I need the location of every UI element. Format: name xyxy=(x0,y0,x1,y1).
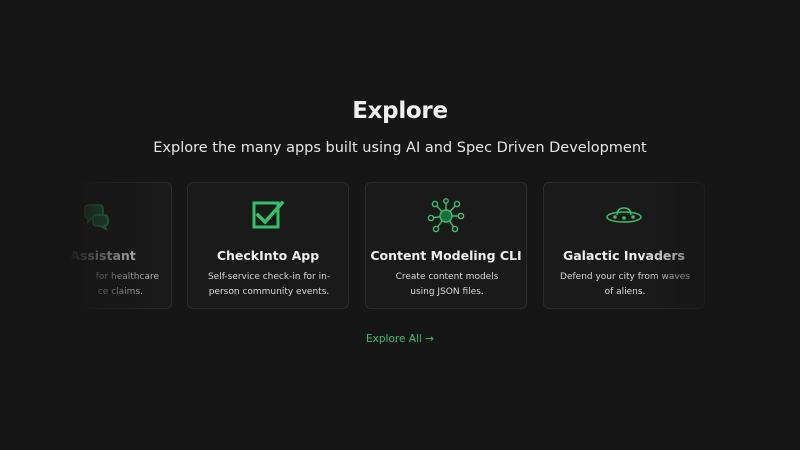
apps-carousel: Assistant for healthcare ce claims. Chec… xyxy=(0,182,800,312)
app-card-assistant[interactable]: Assistant for healthcare ce claims. xyxy=(10,182,172,309)
app-card-description: for healthcare ce claims. xyxy=(95,272,159,297)
app-card-checkinto[interactable]: CheckInto App Self-service check-in for … xyxy=(187,182,349,309)
app-card-description: Defend your city from waves of aliens. xyxy=(560,272,690,297)
app-card-description: Self-service check-in for in- person com… xyxy=(207,272,331,297)
ufo-icon xyxy=(544,199,704,233)
app-card-title: CheckInto App xyxy=(216,248,320,263)
explore-all-link[interactable]: Explore All → xyxy=(0,333,800,345)
section-title: Explore xyxy=(352,98,448,124)
chat-bubbles-icon xyxy=(11,199,171,233)
app-card-galactic-invaders[interactable]: Galactic Invaders Defend your city from … xyxy=(543,182,705,309)
network-nodes-icon xyxy=(366,198,526,233)
app-card-content-modeling-cli[interactable]: Content Modeling CLI Create content mode… xyxy=(365,182,527,309)
checkbox-icon xyxy=(188,199,348,233)
app-card-title: Content Modeling CLI xyxy=(370,248,522,263)
app-card-title: Galactic Invaders xyxy=(562,248,685,263)
app-card-description: Create content models using JSON files. xyxy=(395,272,499,297)
app-card-title: Assistant xyxy=(70,248,136,263)
section-subtitle: Explore the many apps built using AI and… xyxy=(153,140,647,156)
explore-section: Explore Explore the many apps built usin… xyxy=(0,0,800,450)
